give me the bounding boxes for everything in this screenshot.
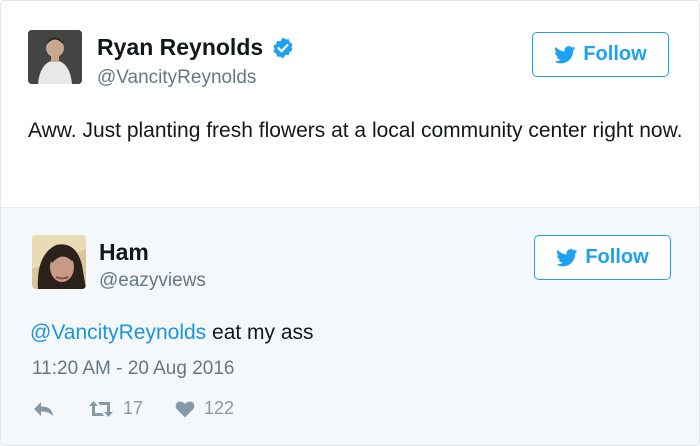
reply-icon — [34, 401, 53, 416]
reply-tweet-text: @VancityReynolds eat my ass — [30, 316, 690, 349]
like-count: 122 — [204, 398, 235, 418]
follow-button-label: Follow — [585, 246, 649, 268]
tweet-actions: 17 122 — [33, 398, 234, 419]
mention-link[interactable]: @VancityReynolds — [30, 321, 206, 344]
username-handle[interactable]: @VancityReynolds — [97, 67, 256, 89]
reply-action[interactable] — [33, 401, 55, 417]
quoted-tweet-text: Aww. Just planting fresh flowers at a lo… — [28, 119, 683, 142]
avatar[interactable] — [28, 30, 82, 84]
avatar-ryan-reynolds-image — [28, 30, 82, 84]
follow-button[interactable]: Follow — [534, 235, 671, 280]
reply-text-rest: eat my ass — [206, 321, 314, 344]
like-action[interactable]: 122 — [175, 398, 234, 419]
avatar-ham-image — [32, 235, 86, 289]
retweet-action[interactable]: 17 — [87, 398, 143, 419]
author-name-row: Ryan Reynolds — [97, 34, 295, 61]
author-name-row: Ham — [99, 239, 149, 266]
verified-badge-icon — [273, 37, 293, 58]
display-name[interactable]: Ryan Reynolds — [97, 34, 263, 61]
avatar[interactable] — [32, 235, 86, 289]
quoted-tweet: Ryan Reynolds @VancityReynolds Follow Aw… — [1, 1, 699, 207]
display-name[interactable]: Ham — [99, 239, 149, 266]
username-handle[interactable]: @eazyviews — [99, 270, 206, 292]
retweet-icon — [89, 400, 113, 417]
retweet-count: 17 — [123, 398, 144, 418]
heart-icon — [175, 400, 195, 417]
tweet-timestamp[interactable]: 11:20 AM - 20 Aug 2016 — [32, 358, 234, 380]
follow-button-label: Follow — [583, 43, 647, 65]
reply-tweet: Ham @eazyviews Follow @VancityReynolds e… — [1, 207, 699, 445]
twitter-bird-icon — [554, 45, 576, 63]
follow-button[interactable]: Follow — [532, 32, 669, 77]
twitter-bird-icon — [556, 248, 578, 266]
embedded-tweet-card: Ryan Reynolds @VancityReynolds Follow Aw… — [0, 0, 700, 446]
